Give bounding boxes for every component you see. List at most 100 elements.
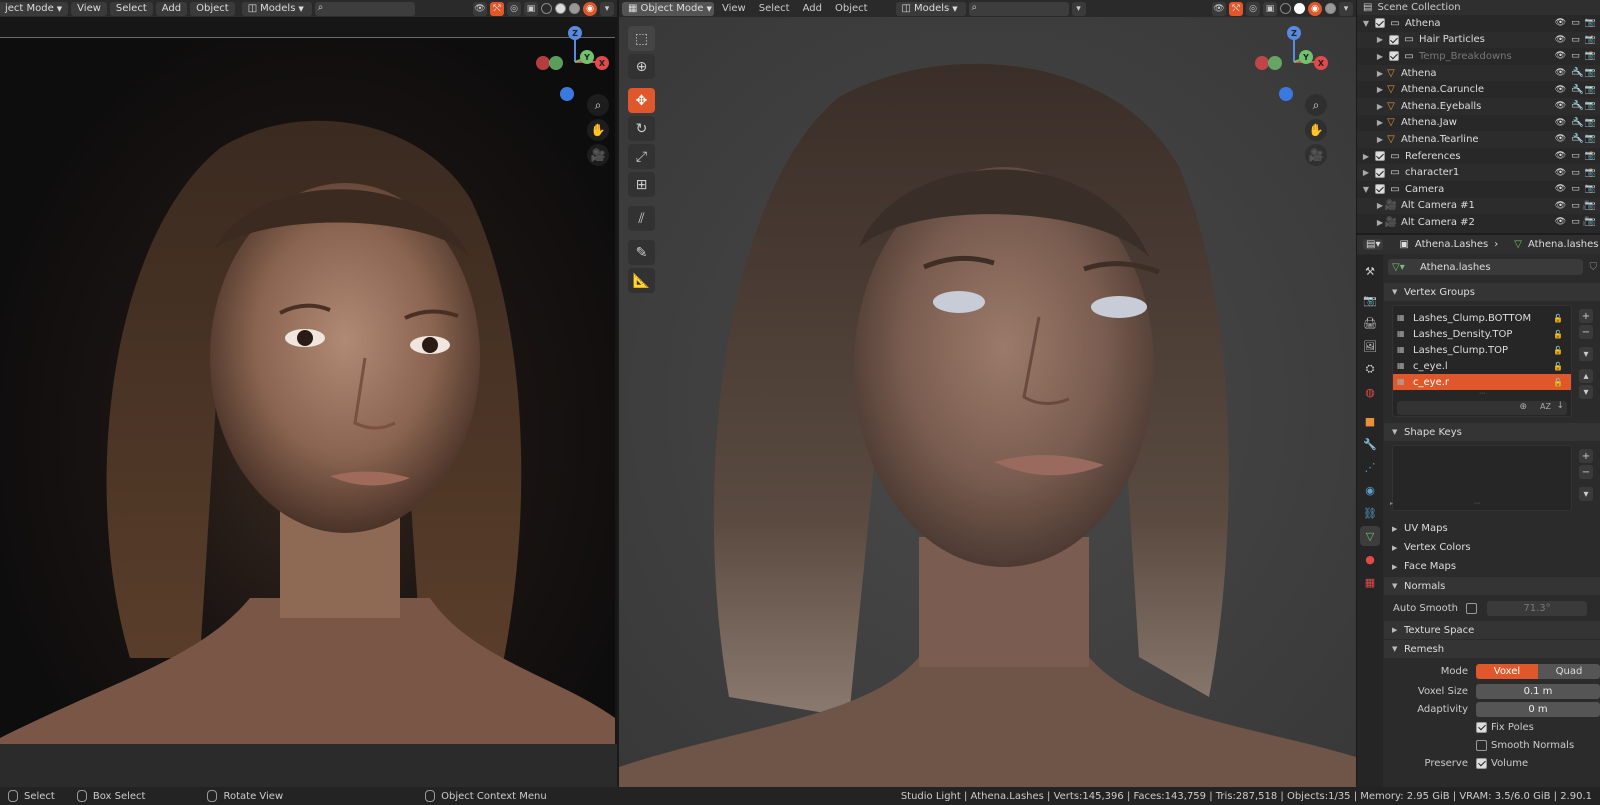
eye-icon[interactable]: 👁	[1555, 200, 1566, 211]
gizmo-neg-x[interactable]	[536, 56, 550, 70]
left-object-menu[interactable]: Object	[190, 1, 235, 16]
gizmo-neg-y[interactable]	[1268, 56, 1282, 70]
gizmo-neg-z[interactable]	[1279, 87, 1293, 101]
monitor-icon[interactable]: ▭	[1570, 51, 1581, 62]
outliner-row[interactable]: ▶ 🎥 Alt Camera #1 🎥 👁 ▭ 📷	[1357, 197, 1600, 215]
vertex-group-item[interactable]: ▦ Lashes_Clump.TOP 🔓	[1393, 342, 1571, 358]
camera-render-icon[interactable]: 📷	[1585, 134, 1596, 145]
shading-options-icon[interactable]: ▾	[1339, 1, 1353, 16]
left-visibility-icon[interactable]: 👁	[473, 1, 487, 16]
lock-icon[interactable]: 🔓	[1553, 330, 1563, 339]
exclude-checkbox[interactable]	[1389, 34, 1399, 45]
left-viewport-rendered[interactable]: Z X Y ⌕ ✋ 🎥	[0, 17, 617, 787]
expand-right-icon[interactable]: ▶	[1361, 168, 1371, 177]
expand-down-icon[interactable]: ▼	[1361, 19, 1371, 28]
cursor-tool-icon[interactable]: ⊕	[628, 54, 655, 79]
camera-render-icon[interactable]: 📷	[1585, 184, 1596, 195]
camera-render-icon[interactable]: 📷	[1585, 34, 1596, 45]
expand-right-icon[interactable]: ▶	[1375, 201, 1385, 210]
fake-user-shield-icon[interactable]: ⛉	[1590, 262, 1598, 273]
physics-tab-icon[interactable]: ◉	[1360, 480, 1380, 500]
expand-down-icon[interactable]: ▼	[1361, 185, 1371, 194]
smooth-normals-checkbox[interactable]	[1476, 739, 1487, 751]
left-xray-icon[interactable]: ▣	[524, 1, 538, 16]
outliner-row[interactable]: ▶ ▭ References 8 👁 ▭ 📷	[1357, 148, 1600, 165]
outliner-row[interactable]: ▶ ▭ character1 2 👁 ▭ 📷	[1357, 164, 1600, 181]
right-filter-dropdown[interactable]: ▾	[1071, 1, 1086, 16]
monitor-icon[interactable]: ▭	[1570, 217, 1581, 228]
monitor-icon[interactable]: ▭	[1570, 117, 1581, 128]
camera-render-icon[interactable]: 📷	[1585, 101, 1596, 112]
face-maps-panel-header[interactable]: ▶ Face Maps	[1384, 557, 1600, 576]
left-camera-view-icon[interactable]: 🎥	[587, 144, 609, 166]
gizmo-y-axis[interactable]: Y	[1299, 50, 1313, 64]
shape-key-specials-button[interactable]: ▾	[1579, 487, 1593, 501]
camera-render-icon[interactable]: 📷	[1585, 151, 1596, 162]
expand-right-icon[interactable]: ▶	[1375, 135, 1385, 144]
right-pan-hand-icon[interactable]: ✋	[1305, 119, 1327, 141]
camera-render-icon[interactable]: 📷	[1585, 167, 1596, 178]
eye-icon[interactable]: 👁	[1555, 151, 1566, 162]
camera-render-icon[interactable]: 📷	[1585, 117, 1596, 128]
particles-tab-icon[interactable]: ⋰	[1360, 457, 1380, 477]
eye-icon[interactable]: 👁	[1555, 51, 1566, 62]
left-select-menu[interactable]: Select	[109, 1, 153, 16]
exclude-checkbox[interactable]	[1375, 184, 1385, 195]
outliner-row[interactable]: ▼ ▭ Athena 👁 ▭ 📷	[1357, 15, 1600, 32]
outliner-row[interactable]: ▶ ▽ Athena 🔧 ▽ 👁 ▭ 📷	[1357, 64, 1600, 82]
vertex-group-item[interactable]: ▦ Lashes_Density.TOP 🔓	[1393, 326, 1571, 342]
vertex-group-item[interactable]: ▦ c_eye.r 🔓	[1393, 374, 1571, 390]
fix-poles-checkbox[interactable]	[1476, 721, 1487, 733]
eye-icon[interactable]: 👁	[1555, 217, 1566, 228]
modifier-tab-icon[interactable]: 🔧	[1360, 434, 1380, 454]
vertex-group-item[interactable]: ▦ Lashes_Clump.BOTTOM 🔓	[1393, 310, 1571, 326]
lock-icon[interactable]: 🔓	[1553, 346, 1563, 355]
shading-rendered-icon[interactable]: ◉	[583, 1, 597, 16]
exclude-checkbox[interactable]	[1375, 151, 1385, 162]
expand-right-icon[interactable]: ▶	[1375, 52, 1385, 61]
right-add-menu[interactable]: Add	[798, 2, 827, 16]
remesh-panel-header[interactable]: ▼ Remesh	[1384, 640, 1600, 658]
right-visibility-icon[interactable]: 👁	[1212, 1, 1226, 16]
left-navigation-gizmo[interactable]: Z X Y	[536, 26, 610, 101]
left-zoom-icon[interactable]: ⌕	[587, 94, 609, 116]
left-collection-dropdown[interactable]: ◫ Models ▼	[241, 1, 312, 16]
right-zoom-icon[interactable]: ⌕	[1305, 94, 1327, 116]
monitor-icon[interactable]: ▭	[1570, 101, 1581, 112]
editor-type-icon[interactable]: ▤▾	[1363, 239, 1384, 250]
right-object-menu[interactable]: Object	[830, 2, 873, 16]
vertex-group-specials-button[interactable]: ▾	[1579, 347, 1593, 361]
shading-material-icon[interactable]: ◉	[1308, 1, 1322, 16]
outliner-row[interactable]: ▶ ▭ Temp_Breakdowns 3 👁 ▭ 📷	[1357, 48, 1600, 65]
list-collapse-arrow-icon[interactable]: ▸	[1390, 500, 1393, 507]
monitor-icon[interactable]: ▭	[1570, 18, 1581, 29]
auto-smooth-angle-field[interactable]: 71.3°	[1487, 600, 1587, 616]
vertex-group-filter-field[interactable]: ⊕ AZ ↓	[1397, 401, 1567, 415]
shading-material-icon[interactable]	[569, 3, 580, 14]
shading-solid-icon[interactable]	[1294, 3, 1305, 14]
scene-tab-icon[interactable]: ⛭	[1360, 359, 1380, 379]
texture-tab-icon[interactable]: ▦	[1360, 572, 1380, 592]
shading-options-icon[interactable]: ▾	[600, 1, 614, 16]
output-tab-icon[interactable]: 🖨	[1360, 313, 1380, 333]
list-resize-grip[interactable]: ⋯	[1474, 500, 1480, 507]
select-box-tool-icon[interactable]: ⬚	[628, 26, 655, 51]
move-down-button[interactable]: ▾	[1579, 385, 1593, 399]
draw-tool-icon[interactable]: ✎	[628, 240, 655, 265]
monitor-icon[interactable]: ▭	[1570, 184, 1581, 195]
texture-space-panel-header[interactable]: ▶ Texture Space	[1384, 621, 1600, 639]
mode-voxel-button[interactable]: Voxel	[1476, 663, 1538, 679]
transform-tool-icon[interactable]: ⊞	[628, 172, 655, 197]
eye-icon[interactable]: 👁	[1555, 68, 1566, 79]
expand-right-icon[interactable]: ▶	[1361, 152, 1371, 161]
render-tab-icon[interactable]: 📷	[1360, 290, 1380, 310]
add-shape-key-button[interactable]: +	[1579, 449, 1593, 463]
world-tab-icon[interactable]: ◍	[1360, 382, 1380, 402]
annotate-tool-icon[interactable]: ⫽	[628, 206, 655, 231]
camera-render-icon[interactable]: 📷	[1585, 217, 1596, 228]
move-up-button[interactable]: ▴	[1579, 369, 1593, 383]
measure-tool-icon[interactable]: 📐	[628, 268, 655, 293]
gizmo-x-axis[interactable]: X	[1314, 56, 1328, 70]
list-resize-grip[interactable]: ⋯	[1393, 390, 1571, 397]
preserve-volume-checkbox[interactable]	[1476, 757, 1487, 769]
